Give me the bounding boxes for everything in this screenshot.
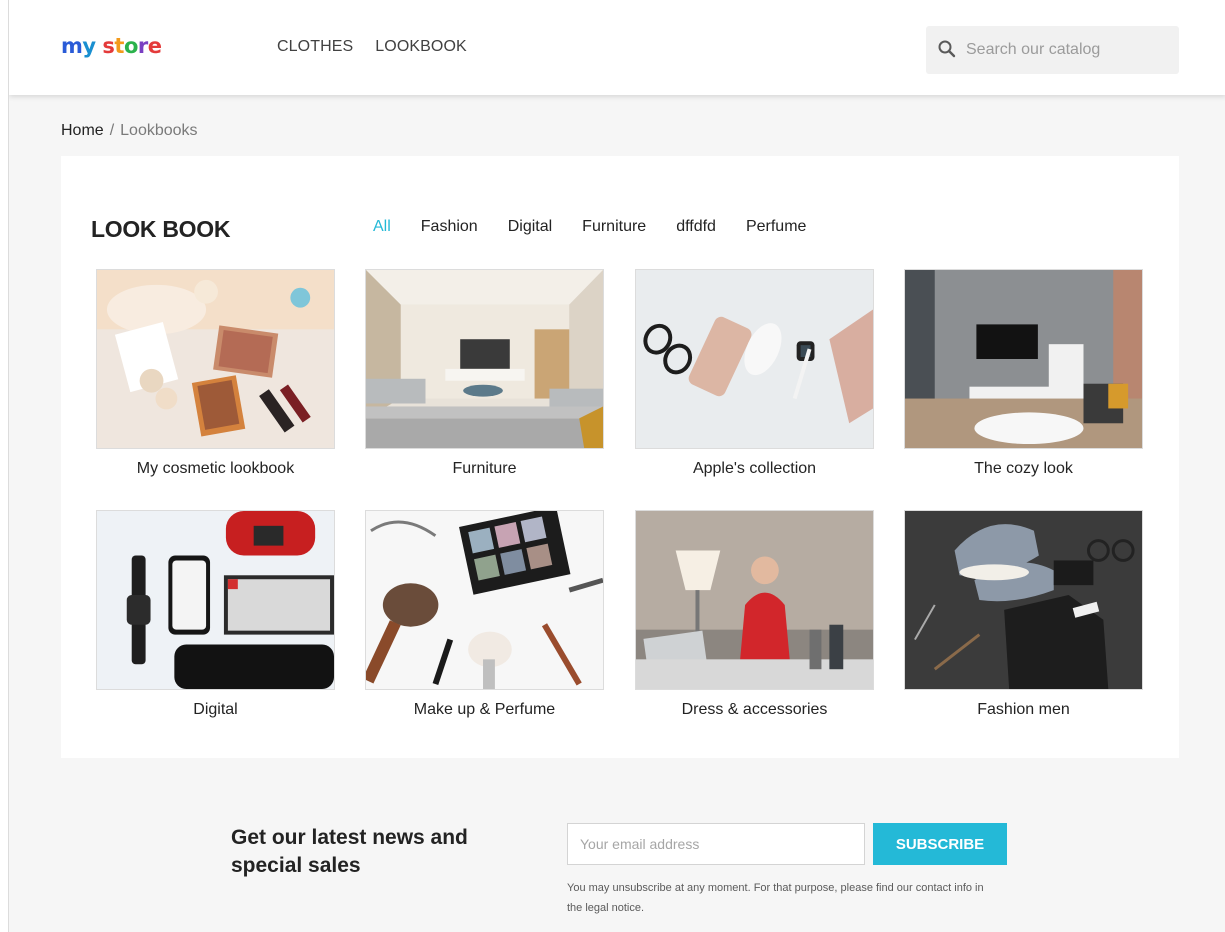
main-nav: CLOTHES LOOKBOOK — [277, 38, 467, 56]
lookbook-image-furniture[interactable] — [365, 269, 604, 449]
store-logo[interactable]: my store — [61, 34, 162, 58]
logo-letter: y — [82, 34, 96, 58]
lookbook-item[interactable]: Dress & accessories — [635, 510, 874, 719]
lookbook-caption[interactable]: Digital — [96, 701, 335, 719]
lookbook-caption[interactable]: Fashion men — [904, 701, 1143, 719]
nav-clothes[interactable]: CLOTHES — [277, 38, 353, 56]
category-filters: All Fashion Digital Furniture dffdfd Per… — [373, 218, 836, 236]
logo-letter: s — [95, 34, 115, 58]
logo-letter: r — [137, 34, 148, 58]
filter-all[interactable]: All — [373, 218, 391, 236]
lookbook-image-digital[interactable] — [96, 510, 335, 690]
logo-letter: t — [114, 34, 124, 58]
lookbook-image-apple[interactable] — [635, 269, 874, 449]
lookbook-image-makeup[interactable] — [365, 510, 604, 690]
lookbook-image-cozy[interactable] — [904, 269, 1143, 449]
logo-letter: m — [61, 34, 83, 58]
filter-fashion[interactable]: Fashion — [421, 218, 478, 236]
breadcrumb-separator: / — [109, 122, 115, 139]
newsletter-title: Get our latest news and special sales — [231, 826, 468, 877]
lookbook-title: LOOK BOOK — [91, 216, 231, 242]
breadcrumb-home[interactable]: Home — [61, 122, 104, 139]
filter-dffdfd[interactable]: dffdfd — [676, 218, 716, 236]
logo-letter: o — [123, 34, 138, 58]
search-input[interactable] — [966, 38, 1166, 62]
email-field[interactable] — [567, 823, 865, 865]
breadcrumb: Home / Lookbooks — [61, 122, 198, 140]
newsletter-note: You may unsubscribe at any moment. For t… — [567, 882, 984, 914]
lookbook-caption[interactable]: Dress & accessories — [635, 701, 874, 719]
filter-perfume[interactable]: Perfume — [746, 218, 806, 236]
lookbook-image-cosmetic[interactable] — [96, 269, 335, 449]
filter-furniture[interactable]: Furniture — [582, 218, 646, 236]
lookbook-item[interactable]: Fashion men — [904, 510, 1143, 719]
lookbook-image-fashion-men[interactable] — [904, 510, 1143, 690]
site-header: my store CLOTHES LOOKBOOK — [9, 0, 1225, 95]
logo-letter: e — [147, 34, 162, 58]
lookbook-caption[interactable]: Furniture — [365, 460, 604, 478]
search-box — [926, 26, 1179, 74]
lookbook-card: LOOK BOOK All Fashion Digital Furniture … — [61, 156, 1179, 758]
subscribe-button[interactable]: SUBSCRIBE — [873, 823, 1007, 865]
lookbook-item[interactable]: Make up & Perfume — [365, 510, 604, 719]
nav-lookbook[interactable]: LOOKBOOK — [375, 38, 467, 56]
lookbook-image-dress[interactable] — [635, 510, 874, 690]
filter-digital[interactable]: Digital — [508, 218, 552, 236]
breadcrumb-current: Lookbooks — [120, 122, 198, 139]
lookbook-caption[interactable]: Apple's collection — [635, 460, 874, 478]
lookbook-item[interactable]: Digital — [96, 510, 335, 719]
lookbook-item[interactable]: My cosmetic lookbook — [96, 269, 335, 478]
lookbook-caption[interactable]: The cozy look — [904, 460, 1143, 478]
search-icon[interactable] — [937, 39, 957, 59]
lookbook-item[interactable]: Furniture — [365, 269, 604, 478]
lookbook-caption[interactable]: My cosmetic lookbook — [96, 460, 335, 478]
lookbook-caption[interactable]: Make up & Perfume — [365, 701, 604, 719]
lookbook-item[interactable]: The cozy look — [904, 269, 1143, 478]
lookbook-item[interactable]: Apple's collection — [635, 269, 874, 478]
page-frame: my store CLOTHES LOOKBOOK Home / Lookbooks… — [8, 0, 1225, 932]
